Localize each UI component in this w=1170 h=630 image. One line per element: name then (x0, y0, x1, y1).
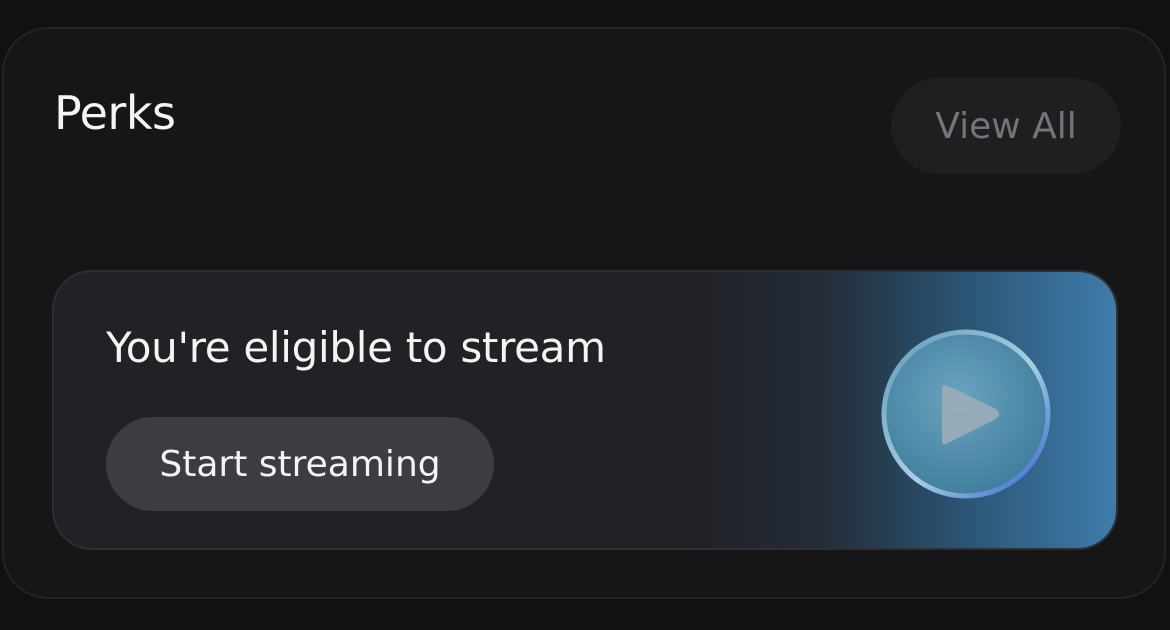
play-icon[interactable] (880, 328, 1052, 500)
perks-card: Perks View All You're eligible to stream… (2, 27, 1166, 599)
banner-title: You're eligible to stream (106, 323, 606, 372)
stream-banner: You're eligible to stream Start streamin… (52, 270, 1118, 550)
section-title: Perks (54, 86, 176, 140)
start-streaming-button[interactable]: Start streaming (106, 417, 494, 511)
view-all-button[interactable]: View All (891, 78, 1121, 174)
